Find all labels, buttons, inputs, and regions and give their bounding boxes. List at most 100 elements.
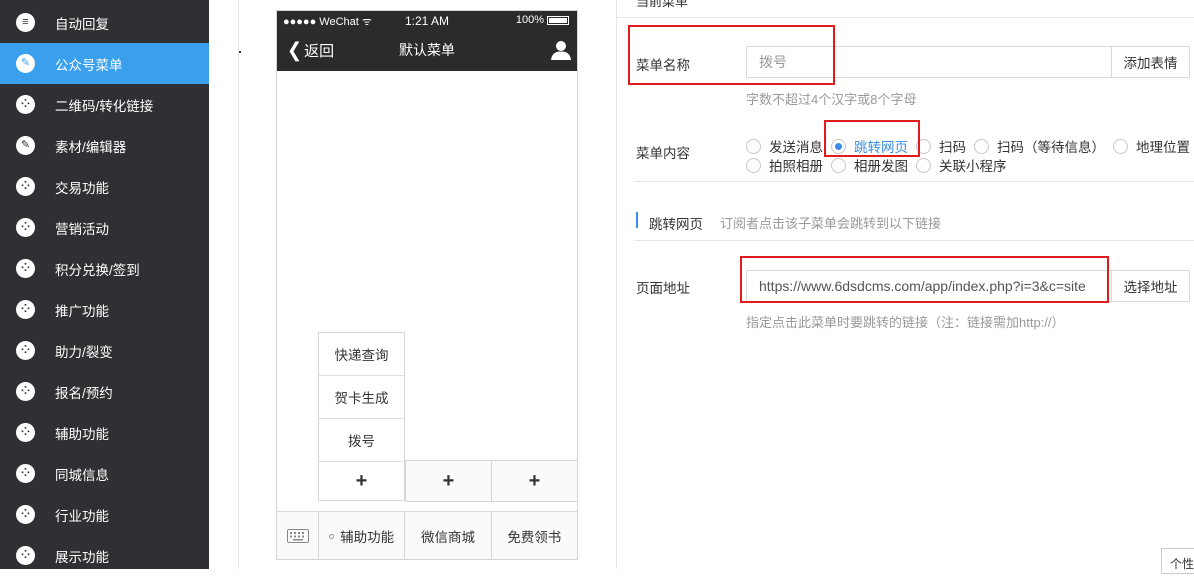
sidebar-item-label: 自动回复 — [55, 16, 109, 32]
sidebar-item[interactable]: ⁘ 推广功能 — [0, 289, 209, 330]
user-icon[interactable] — [550, 39, 572, 61]
submenu-item[interactable]: 贺卡生成 — [319, 376, 404, 419]
sidebar-item-label: 积分兑换/签到 — [55, 262, 140, 278]
highlight-box — [824, 120, 920, 157]
status-time: 1:21 AM — [405, 14, 450, 28]
radio-circle[interactable] — [974, 138, 989, 154]
divider — [634, 181, 1194, 182]
grid-icon: ⁘ — [16, 464, 35, 483]
radio-label: 拍照相册 — [769, 159, 823, 174]
dot — [239, 51, 241, 53]
sidebar-item[interactable]: ⁘ 辅助功能 — [0, 412, 209, 453]
sidebar-item-label: 推广功能 — [55, 303, 109, 319]
radio-label: 地理位置 — [1136, 140, 1190, 155]
highlight-box — [628, 25, 835, 85]
sidebar-item-label: 同城信息 — [55, 467, 109, 483]
bottom-menu-item[interactable]: 免费领书 — [492, 512, 577, 560]
add-submenu-button[interactable]: + — [319, 462, 404, 500]
sidebar-item-label: 报名/预约 — [55, 385, 113, 401]
submenu-item[interactable]: 拨号 — [319, 419, 404, 462]
radio-label: 关联小程序 — [939, 159, 1007, 174]
keyboard-icon[interactable] — [277, 512, 319, 560]
menu-content-radio[interactable]: 地理位置 — [1113, 136, 1190, 156]
sidebar-item[interactable]: ⁘ 二维码/转化链接 — [0, 84, 209, 125]
radio-circle[interactable] — [746, 138, 761, 154]
phone-preview: ●●●●● WeChat ᯤ 1:21 AM 100% ❮ 返回 默认菜单 快递… — [276, 10, 578, 560]
submenu: 快递查询 贺卡生成 拨号 + — [318, 332, 405, 501]
menu-content-options: 拍照相册 相册发图 关联小程序 — [746, 155, 1015, 175]
current-menu-label: 当前菜单 — [636, 0, 689, 9]
sidebar-item[interactable]: ≡ 自动回复 — [0, 2, 209, 43]
sidebar-item-label: 辅助功能 — [55, 426, 109, 442]
sidebar-item[interactable]: ✎ 素材/编辑器 — [0, 125, 209, 166]
sidebar-item[interactable]: ⁘ 交易功能 — [0, 166, 209, 207]
battery-status: 100% — [516, 14, 569, 26]
sidebar-item-label: 行业功能 — [55, 508, 109, 524]
add-submenu-button[interactable]: + — [405, 460, 492, 502]
custom-menu-button[interactable]: 个性 — [1161, 548, 1194, 574]
sidebar-item-label: 公众号菜单 — [55, 57, 123, 73]
sidebar: ≡ 自动回复 ✎ 公众号菜单 ⁘ 二维码/转化链接 ✎ 素材/编辑器 ⁘ 交易功能 ⁘ 营销活动 ⁘ 积分… — [0, 0, 209, 569]
document-icon: ✎ — [16, 54, 35, 73]
sidebar-item[interactable]: ⁘ 助力/裂变 — [0, 330, 209, 371]
grid-icon: ⁘ — [16, 259, 35, 278]
sidebar-item[interactable]: ⁘ 展示功能 — [0, 535, 209, 576]
menu-content-radio[interactable]: 拍照相册 — [746, 155, 823, 175]
menu-content-radio[interactable]: 扫码（等待信息） — [974, 136, 1105, 156]
divider — [238, 0, 239, 569]
radio-label: 发送消息 — [769, 140, 823, 155]
radio-circle[interactable] — [1113, 138, 1128, 154]
section-description: 订阅者点击该子菜单会跳转到以下链接 — [720, 216, 942, 231]
sidebar-item-label: 交易功能 — [55, 180, 109, 196]
sidebar-item-label: 助力/裂变 — [55, 344, 113, 360]
radio-circle[interactable] — [831, 157, 846, 173]
radio-label: 扫码（等待信息） — [997, 140, 1105, 155]
radio-circle[interactable] — [746, 157, 761, 173]
highlight-box — [740, 256, 1109, 303]
section-title: 跳转网页 — [649, 217, 703, 232]
divider — [617, 17, 1194, 18]
select-url-button[interactable]: 选择地址 — [1111, 270, 1190, 302]
submenu-item[interactable]: 快递查询 — [319, 333, 404, 376]
signal-status: ●●●●● WeChat ᯤ — [283, 16, 372, 28]
sidebar-item-label: 素材/编辑器 — [55, 139, 127, 155]
menu-content-options: 发送消息 跳转网页 扫码 扫码（等待信息） 地理位置 — [746, 136, 1194, 156]
battery-icon — [547, 15, 569, 25]
grid-icon: ⁘ — [16, 95, 35, 114]
sidebar-item[interactable]: ⁘ 行业功能 — [0, 494, 209, 535]
chat-icon: ≡ — [16, 13, 35, 32]
add-submenu-button[interactable]: + — [491, 460, 578, 502]
bottom-menu-item[interactable]: 微信商城 — [405, 512, 492, 560]
phone-title: 默认菜单 — [399, 42, 455, 58]
menu-content-radio[interactable]: 关联小程序 — [916, 155, 1007, 175]
sidebar-item[interactable]: ⁘ 同城信息 — [0, 453, 209, 494]
menu-name-hint: 字数不超过4个汉字或8个字母 — [746, 92, 917, 107]
menu-content-label: 菜单内容 — [636, 146, 690, 161]
sidebar-item-label: 展示功能 — [55, 549, 109, 565]
sidebar-item[interactable]: ✎ 公众号菜单 — [0, 43, 209, 84]
radio-circle[interactable] — [916, 157, 931, 173]
phone-menu-bar: 辅助功能 微信商城 免费领书 — [277, 511, 577, 560]
phone-header: ●●●●● WeChat ᯤ 1:21 AM 100% ❮ 返回 默认菜单 — [277, 11, 577, 71]
wifi-icon: ᯤ — [361, 16, 372, 28]
sidebar-item[interactable]: ⁘ 营销活动 — [0, 207, 209, 248]
menu-content-radio[interactable]: 相册发图 — [831, 155, 908, 175]
grid-icon: ⁘ — [16, 423, 35, 442]
page-url-hint: 指定点击此菜单时要跳转的链接（注：链接需加http://） — [746, 315, 1065, 330]
menu-content-radio[interactable]: 扫码 — [916, 136, 966, 156]
section-marker — [636, 212, 638, 228]
add-emoji-button[interactable]: 添加表情 — [1111, 46, 1190, 78]
bottom-menu-item[interactable]: 辅助功能 — [319, 512, 406, 560]
divider — [634, 240, 1194, 241]
sidebar-item[interactable]: ⁘ 积分兑换/签到 — [0, 248, 209, 289]
grid-icon: ⁘ — [16, 546, 35, 565]
sidebar-item[interactable]: ⁘ 报名/预约 — [0, 371, 209, 412]
sidebar-item-label: 营销活动 — [55, 221, 109, 237]
grid-icon: ⁘ — [16, 218, 35, 237]
grid-icon: ⁘ — [16, 177, 35, 196]
divider — [616, 0, 617, 569]
radio-label: 扫码 — [939, 140, 966, 155]
sidebar-item-label: 二维码/转化链接 — [55, 98, 154, 114]
menu-content-radio[interactable]: 发送消息 — [746, 136, 823, 156]
grid-icon: ⁘ — [16, 300, 35, 319]
